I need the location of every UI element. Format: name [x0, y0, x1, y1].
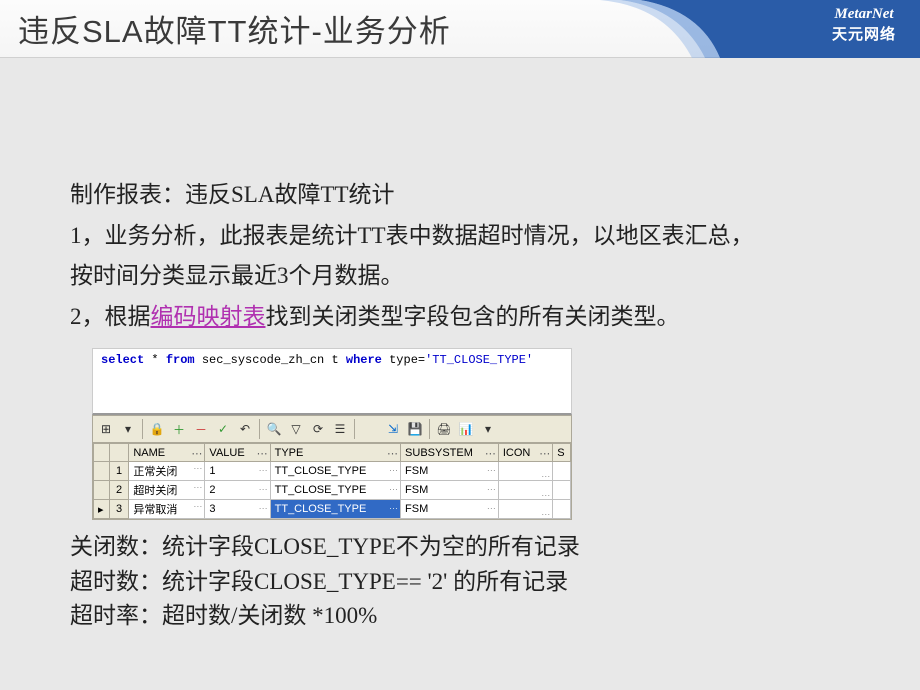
- cell-value: 2⋯: [205, 481, 270, 500]
- row-num: 2: [109, 481, 129, 500]
- col-marker: [94, 444, 110, 462]
- separator: [142, 419, 143, 439]
- sql-kw-where: where: [346, 353, 382, 367]
- cell-extra: [553, 462, 571, 481]
- separator: [354, 419, 355, 439]
- add-icon[interactable]: ＋: [170, 420, 188, 438]
- note-timeout-count: 超时数：统计字段CLOSE_TYPE== '2' 的所有记录: [70, 565, 850, 600]
- cell-icon: ⋯: [498, 462, 552, 481]
- sql-kw-from: from: [166, 353, 195, 367]
- cell-icon: ⋯: [498, 500, 552, 519]
- table-row[interactable]: ▸ 3 异常取消⋯ 3⋯ TT_CLOSE_TYPE⋯ FSM⋯ ⋯: [94, 500, 571, 519]
- col-icon[interactable]: ICON⋯: [498, 444, 552, 462]
- col-subsystem[interactable]: SUBSYSTEM⋯: [401, 444, 499, 462]
- sql-editor-block: select * from sec_syscode_zh_cn t where …: [92, 348, 572, 520]
- goto-icon[interactable]: ☰: [331, 420, 349, 438]
- row-num: 1: [109, 462, 129, 481]
- col-type[interactable]: TYPE⋯: [270, 444, 400, 462]
- note-timeout-rate: 超时率：超时数/关闭数 *100%: [70, 599, 850, 634]
- para-2-post: 找到关闭类型字段包含的所有关闭类型。: [266, 304, 680, 329]
- result-toolbar: ⊞ ▾ 🔒 ＋ － ✓ ↶ 🔍 ▽ ⟳ ☰ ⇲ 💾 🖨 📊 ▾: [92, 415, 572, 443]
- cell-type: TT_CLOSE_TYPE⋯: [270, 481, 400, 500]
- dropdown-icon[interactable]: ▾: [119, 420, 137, 438]
- slide-content: 制作报表：违反SLA故障TT统计 1，业务分析，此报表是统计TT表中数据超时情况…: [0, 58, 920, 634]
- cell-name: 正常关闭⋯: [129, 462, 205, 481]
- mapping-table-link[interactable]: 编码映射表: [151, 304, 266, 329]
- col-value[interactable]: VALUE⋯: [205, 444, 270, 462]
- para-intro: 制作报表：违反SLA故障TT统计: [70, 178, 850, 213]
- cell-extra: [553, 500, 571, 519]
- col-extra[interactable]: S: [553, 444, 571, 462]
- find-icon[interactable]: 🔍: [265, 420, 283, 438]
- row-num: 3: [109, 500, 129, 519]
- grid-header-row: NAME⋯ VALUE⋯ TYPE⋯ SUBSYSTEM⋯ ICON⋯ S: [94, 444, 571, 462]
- brand-logo: MetarNet 天元网络: [832, 6, 896, 44]
- notes-block: 关闭数：统计字段CLOSE_TYPE不为空的所有记录 超时数：统计字段CLOSE…: [70, 530, 850, 634]
- cell-sub: FSM⋯: [401, 500, 499, 519]
- row-marker: [94, 462, 110, 481]
- brand-en: MetarNet: [832, 6, 896, 23]
- para-1b: 按时间分类显示最近3个月数据。: [70, 259, 850, 294]
- dropdown2-icon[interactable]: ▾: [479, 420, 497, 438]
- sql-blank-area: [92, 371, 572, 415]
- table-row[interactable]: 1 正常关闭⋯ 1⋯ TT_CLOSE_TYPE⋯ FSM⋯ ⋯: [94, 462, 571, 481]
- cell-value: 1⋯: [205, 462, 270, 481]
- row-marker: [94, 481, 110, 500]
- cell-icon: ⋯: [498, 481, 552, 500]
- chart-icon[interactable]: 📊: [457, 420, 475, 438]
- separator: [259, 419, 260, 439]
- refresh-icon[interactable]: ⟳: [309, 420, 327, 438]
- filter-icon[interactable]: ▽: [287, 420, 305, 438]
- note-close-count: 关闭数：统计字段CLOSE_TYPE不为空的所有记录: [70, 530, 850, 565]
- row-marker: ▸: [94, 500, 110, 519]
- col-rownum: [109, 444, 129, 462]
- print-icon[interactable]: 🖨: [435, 420, 453, 438]
- sql-text: select * from sec_syscode_zh_cn t where …: [92, 348, 572, 371]
- cell-type-selected: TT_CLOSE_TYPE⋯: [270, 500, 400, 519]
- cell-extra: [553, 481, 571, 500]
- lock-icon[interactable]: 🔒: [148, 420, 166, 438]
- slide-header: 违反SLA故障TT统计-业务分析 MetarNet 天元网络: [0, 0, 920, 58]
- check-icon[interactable]: ✓: [214, 420, 232, 438]
- save-icon[interactable]: 💾: [406, 420, 424, 438]
- undo-icon[interactable]: ↶: [236, 420, 254, 438]
- para-1a: 1，业务分析，此报表是统计TT表中数据超时情况，以地区表汇总，: [70, 219, 850, 254]
- cell-type: TT_CLOSE_TYPE⋯: [270, 462, 400, 481]
- result-grid[interactable]: NAME⋯ VALUE⋯ TYPE⋯ SUBSYSTEM⋯ ICON⋯ S 1 …: [92, 443, 572, 520]
- cell-name: 超时关闭⋯: [129, 481, 205, 500]
- para-2: 2，根据编码映射表找到关闭类型字段包含的所有关闭类型。: [70, 300, 850, 335]
- separator: [429, 419, 430, 439]
- cell-sub: FSM⋯: [401, 481, 499, 500]
- grid-icon[interactable]: ⊞: [97, 420, 115, 438]
- sql-kw-select: select: [101, 353, 144, 367]
- cell-sub: FSM⋯: [401, 462, 499, 481]
- sql-string: 'TT_CLOSE_TYPE': [425, 353, 533, 367]
- brand-cn: 天元网络: [832, 23, 896, 44]
- header-decoration: MetarNet 天元网络: [560, 0, 920, 58]
- export-icon[interactable]: ⇲: [384, 420, 402, 438]
- remove-icon[interactable]: －: [192, 420, 210, 438]
- page-title: 违反SLA故障TT统计-业务分析: [0, 6, 451, 51]
- para-2-pre: 2，根据: [70, 304, 151, 329]
- table-row[interactable]: 2 超时关闭⋯ 2⋯ TT_CLOSE_TYPE⋯ FSM⋯ ⋯: [94, 481, 571, 500]
- col-name[interactable]: NAME⋯: [129, 444, 205, 462]
- cell-name: 异常取消⋯: [129, 500, 205, 519]
- cell-value: 3⋯: [205, 500, 270, 519]
